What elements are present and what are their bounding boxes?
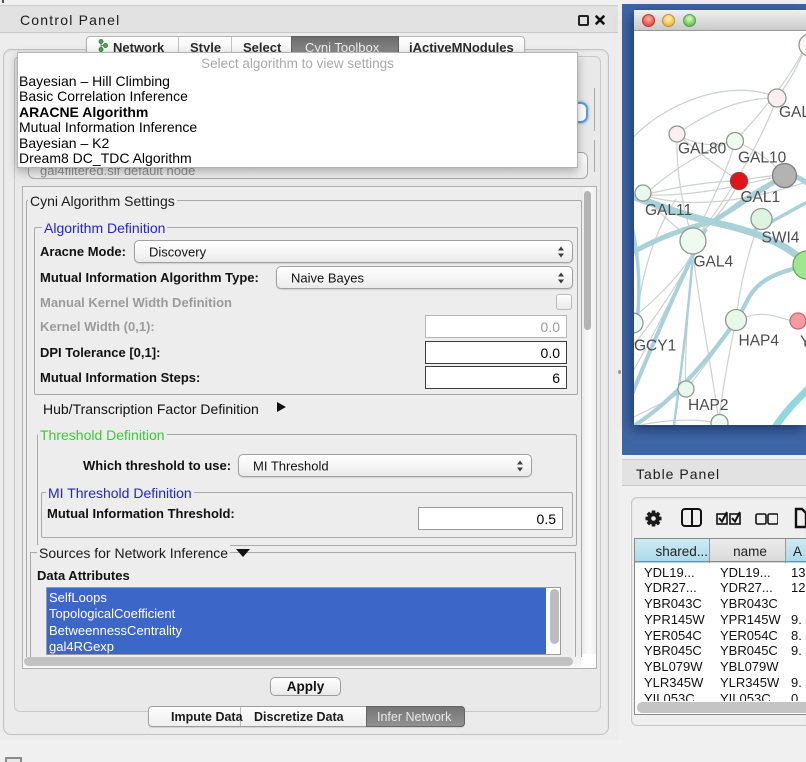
svg-text:GAL10: GAL10 (738, 150, 787, 167)
svg-text:GAL1: GAL1 (741, 189, 781, 206)
svg-text:Y: Y (800, 334, 806, 351)
svg-text:HAP2: HAP2 (688, 397, 729, 414)
svg-text:GAL80: GAL80 (678, 141, 727, 158)
svg-text:SWI4: SWI4 (762, 230, 800, 247)
svg-text:HAP4: HAP4 (739, 333, 780, 350)
svg-text:GAL4: GAL4 (694, 254, 734, 271)
svg-text:GAL7: GAL7 (779, 104, 806, 121)
svg-text:GAL11: GAL11 (645, 202, 692, 219)
svg-text:GCY1: GCY1 (634, 338, 676, 355)
